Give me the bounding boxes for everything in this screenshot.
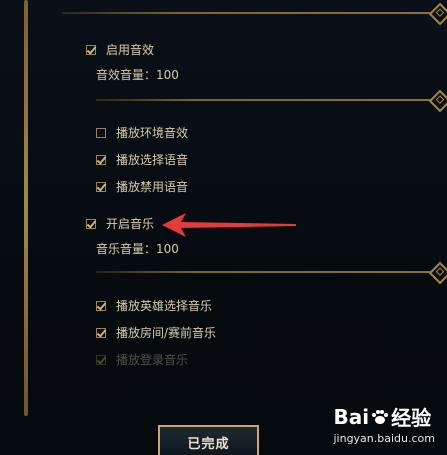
watermark-brand-right: 经验 [391,406,432,430]
left-scroll-rail[interactable] [24,0,28,416]
sfx-volume-label: 音效音量：100 [96,68,179,82]
enable-sound-effects-checkbox[interactable] [86,45,96,55]
lobby-music-option[interactable]: 播放房间/赛前音乐 [96,325,216,341]
login-music-label: 播放登录音乐 [116,353,189,367]
sound-divider [96,99,432,101]
ban-voice-checkbox[interactable] [96,182,106,192]
pick-voice-option[interactable]: 播放选择语音 [96,152,188,168]
champ-select-music-label: 播放英雄选择音乐 [116,299,213,313]
champ-select-music-option[interactable]: 播放英雄选择音乐 [96,298,212,314]
enable-sound-effects-option[interactable]: 启用音效 [86,42,154,58]
divider-ornament-icon [428,89,447,113]
ambient-sound-option[interactable]: 播放环境音效 [96,125,188,141]
red-arrow-icon [162,213,296,237]
top-divider [62,12,432,14]
divider-ornament-icon [428,2,447,26]
baidu-watermark: Bai 经验 jingyan.baidu.com [333,402,435,446]
enable-music-option[interactable]: 开启音乐 [86,216,154,232]
enable-music-label: 开启音乐 [106,217,155,231]
paw-icon [372,409,389,424]
ban-voice-label: 播放禁用语音 [116,180,189,194]
divider-ornament-icon [428,261,447,285]
enable-music-checkbox[interactable] [86,219,96,229]
music-divider [96,271,432,273]
watermark-brand-left: Bai [333,404,370,429]
lobby-music-checkbox[interactable] [96,328,106,338]
watermark-brand: Bai 经验 [333,402,435,431]
ambient-sound-label: 播放环境音效 [116,126,189,140]
pick-voice-checkbox[interactable] [96,155,106,165]
login-music-checkbox[interactable] [96,355,106,365]
ban-voice-option[interactable]: 播放禁用语音 [96,179,188,195]
lobby-music-label: 播放房间/赛前音乐 [116,326,217,340]
settings-panel: 启用音效 音效音量：100 播放环境音效 播放选择语音 播放禁用语音 开启音乐 … [0,0,447,455]
done-button[interactable]: 已完成 [158,425,259,455]
pick-voice-label: 播放选择语音 [116,153,189,167]
ambient-sound-checkbox[interactable] [96,128,106,138]
enable-sound-effects-label: 启用音效 [106,43,155,57]
champ-select-music-checkbox[interactable] [96,301,106,311]
watermark-url: jingyan.baidu.com [333,432,435,445]
login-music-option[interactable]: 播放登录音乐 [96,352,188,368]
music-volume-label: 音乐音量：100 [96,242,179,256]
